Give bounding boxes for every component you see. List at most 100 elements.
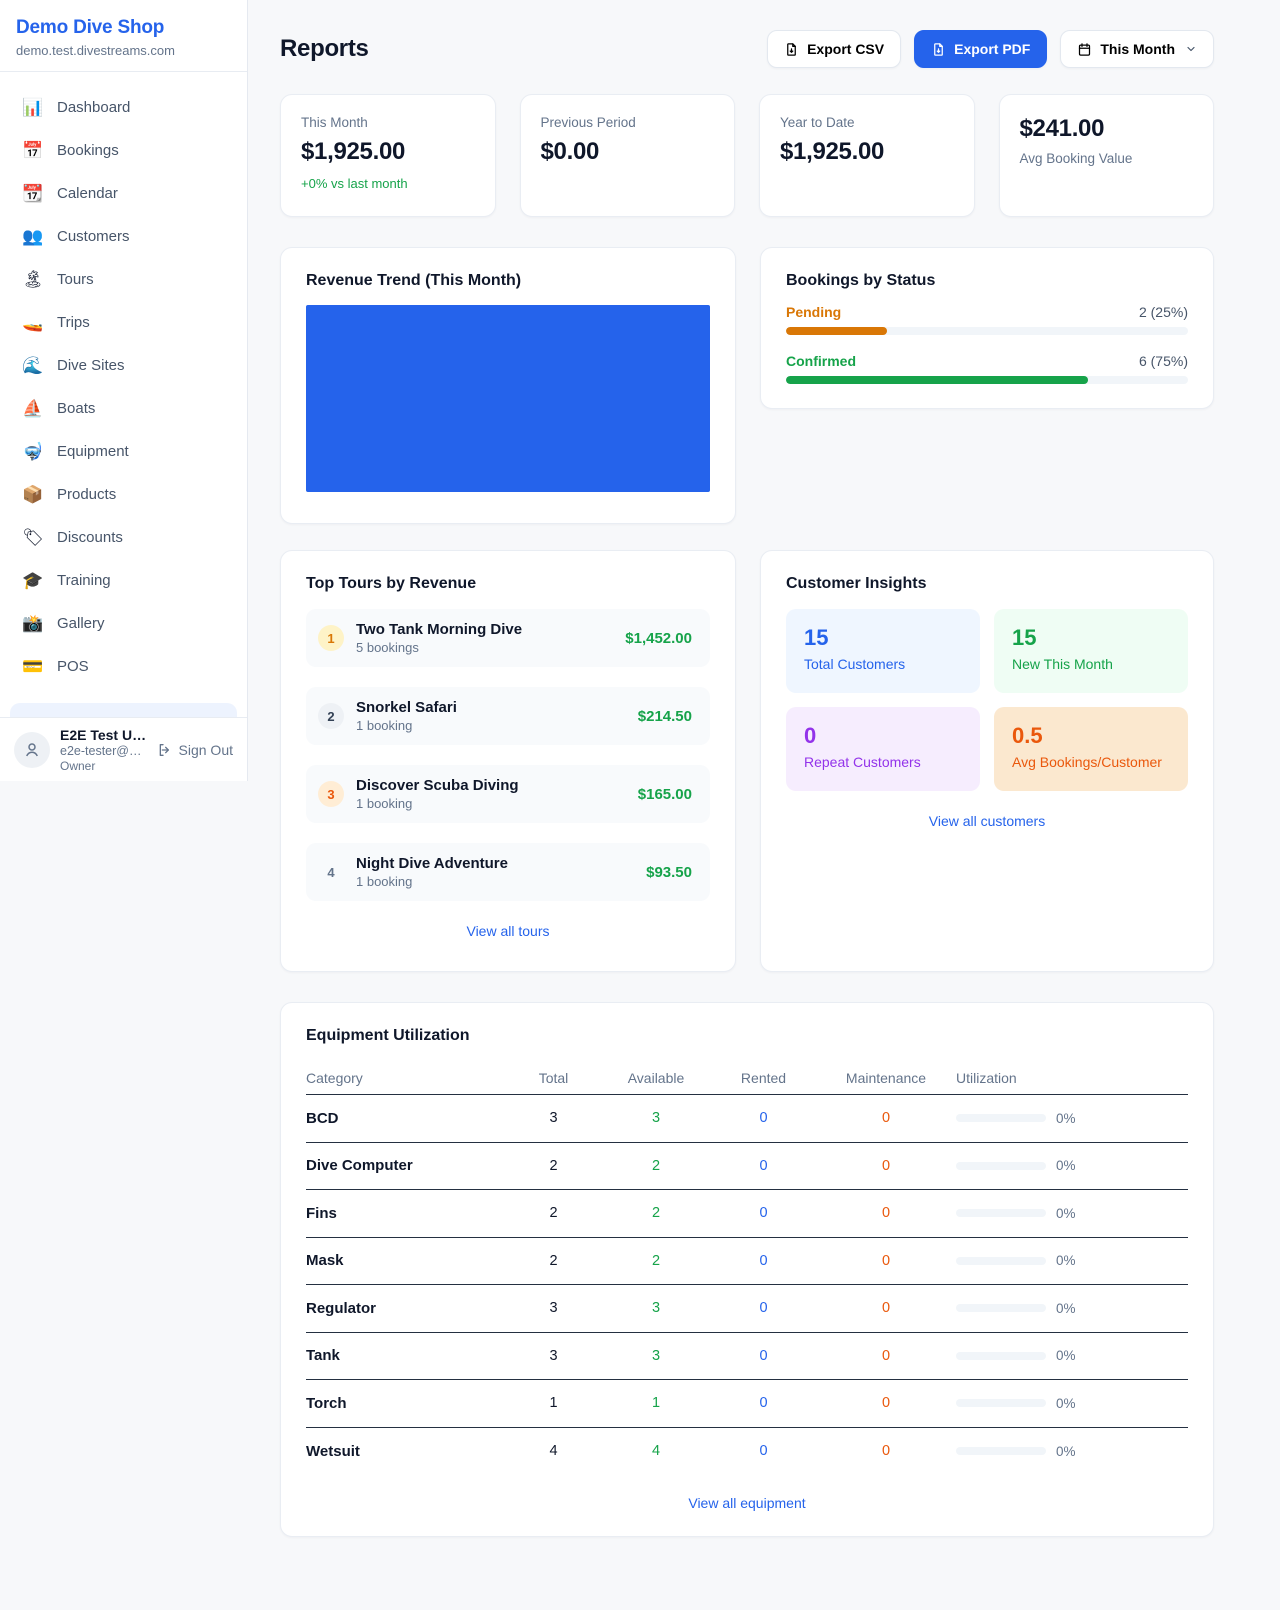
sidebar-item-label: Dive Sites: [57, 357, 125, 374]
stat-value: $1,925.00: [301, 138, 475, 166]
sidebar-item-calendar[interactable]: 📆 Calendar: [0, 172, 247, 215]
sidebar-item-products[interactable]: 📦 Products: [0, 473, 247, 516]
sidebar-item-customers[interactable]: 👥 Customers: [0, 215, 247, 258]
header-actions: Export CSV Export PDF This Month: [767, 30, 1214, 68]
top-tours-card: Top Tours by Revenue 1 Two Tank Morning …: [280, 550, 736, 972]
sidebar-item-tours[interactable]: 🏝 Tours: [0, 258, 247, 301]
sidebar-item-dive-sites[interactable]: 🌊 Dive Sites: [0, 344, 247, 387]
sidebar-item-label: Tours: [57, 271, 94, 288]
utilization-bar: [956, 1162, 1046, 1170]
tour-name: Night Dive Adventure: [356, 855, 634, 872]
stat-value: $1,925.00: [780, 138, 954, 166]
stat-delta: +0% vs last month: [301, 176, 475, 191]
user-email: e2e-tester@…: [60, 744, 147, 758]
pos-icon: 💳: [22, 658, 44, 675]
equipment-table: Category Total Available Rented Maintena…: [306, 1061, 1188, 1475]
utilization-bar: [956, 1399, 1046, 1407]
tour-bookings: 5 bookings: [356, 640, 613, 655]
sidebar-item-label: Discounts: [57, 529, 123, 546]
insight-tile-total-customers: 15 Total Customers: [786, 609, 980, 693]
revenue-trend-chart: [306, 305, 710, 492]
tour-row[interactable]: 2 Snorkel Safari 1 booking $214.50: [306, 687, 710, 745]
status-label: Confirmed: [786, 353, 856, 369]
discounts-icon: 🏷: [22, 529, 44, 546]
insight-tile-avg-bookings: 0.5 Avg Bookings/Customer: [994, 707, 1188, 791]
boats-icon: ⛵: [22, 400, 44, 417]
insight-value: 15: [1012, 625, 1170, 651]
sidebar-item-label: Gallery: [57, 615, 105, 632]
chevron-down-icon: [1185, 43, 1197, 55]
insight-label: Avg Bookings/Customer: [1012, 754, 1170, 770]
sidebar-item-label: Boats: [57, 400, 95, 417]
period-select[interactable]: This Month: [1060, 30, 1214, 68]
bookings-by-status-card: Bookings by Status Pending 2 (25%) Confi…: [760, 247, 1214, 409]
sidebar-item-training[interactable]: 🎓 Training: [0, 559, 247, 602]
sidebar-item-bookings[interactable]: 📅 Bookings: [0, 129, 247, 172]
stat-value: $241.00: [1020, 115, 1194, 143]
sign-out-button[interactable]: Sign Out: [157, 742, 233, 758]
tours-icon: 🏝: [22, 271, 44, 288]
trips-icon: 🚤: [22, 314, 44, 331]
sidebar-item-label: Products: [57, 486, 116, 503]
view-all-customers-link[interactable]: View all customers: [786, 813, 1188, 829]
export-pdf-button[interactable]: Export PDF: [914, 30, 1047, 68]
revenue-trend-title: Revenue Trend (This Month): [306, 272, 710, 290]
sidebar-item-label: Customers: [57, 228, 130, 245]
sidebar-item-pos[interactable]: 💳 POS: [0, 645, 247, 688]
sidebar-item-boats[interactable]: ⛵ Boats: [0, 387, 247, 430]
status-bar-track: [786, 327, 1188, 335]
insight-label: Repeat Customers: [804, 754, 962, 770]
shop-domain: demo.test.divestreams.com: [16, 43, 231, 58]
table-row: Dive Computer 2 2 0 0 0%: [306, 1143, 1188, 1191]
utilization-bar: [956, 1257, 1046, 1265]
status-bar-fill: [786, 376, 1088, 384]
sidebar-item-equipment[interactable]: 🤿 Equipment: [0, 430, 247, 473]
view-all-tours-link[interactable]: View all tours: [306, 923, 710, 939]
sidebar-item-trips[interactable]: 🚤 Trips: [0, 301, 247, 344]
status-bar-track: [786, 376, 1188, 384]
tour-amount: $93.50: [646, 864, 692, 881]
rank-badge: 3: [318, 781, 344, 807]
sidebar-nav: 📊 Dashboard 📅 Bookings 📆 Calendar 👥 Cust…: [0, 72, 247, 688]
insight-value: 15: [804, 625, 962, 651]
user-meta: E2E Test U… e2e-tester@… Owner: [60, 727, 147, 773]
sidebar-item-label: Bookings: [57, 142, 119, 159]
utilization-bar: [956, 1447, 1046, 1455]
sidebar-item-label: Dashboard: [57, 99, 130, 116]
insight-label: Total Customers: [804, 656, 962, 672]
rank-badge: 1: [318, 625, 344, 651]
sidebar-item-reports-active-partial[interactable]: [10, 703, 237, 717]
table-row: Wetsuit 4 4 0 0 0%: [306, 1428, 1188, 1476]
rank-badge: 2: [318, 703, 344, 729]
table-row: Fins 2 2 0 0 0%: [306, 1190, 1188, 1238]
status-label: Pending: [786, 304, 841, 320]
sidebar-item-discounts[interactable]: 🏷 Discounts: [0, 516, 247, 559]
products-icon: 📦: [22, 486, 44, 503]
sidebar-item-label: Trips: [57, 314, 90, 331]
tour-row[interactable]: 1 Two Tank Morning Dive 5 bookings $1,45…: [306, 609, 710, 667]
table-row: BCD 3 3 0 0 0%: [306, 1095, 1188, 1143]
table-row: Torch 1 1 0 0 0%: [306, 1380, 1188, 1428]
view-all-equipment-link[interactable]: View all equipment: [306, 1495, 1188, 1511]
gallery-icon: 📸: [22, 615, 44, 632]
file-download-icon: [784, 42, 799, 57]
status-value: 6 (75%): [1139, 353, 1188, 369]
utilization-bar: [956, 1352, 1046, 1360]
sidebar-item-gallery[interactable]: 📸 Gallery: [0, 602, 247, 645]
sidebar-item-label: Training: [57, 572, 111, 589]
insight-tile-repeat-customers: 0 Repeat Customers: [786, 707, 980, 791]
tour-name: Two Tank Morning Dive: [356, 621, 613, 638]
bookings-by-status-title: Bookings by Status: [786, 272, 1188, 290]
sidebar-item-dashboard[interactable]: 📊 Dashboard: [0, 86, 247, 129]
table-row: Tank 3 3 0 0 0%: [306, 1333, 1188, 1381]
status-bar-fill: [786, 327, 887, 335]
dashboard-icon: 📊: [22, 99, 44, 116]
tour-row[interactable]: 4 Night Dive Adventure 1 booking $93.50: [306, 843, 710, 901]
page-header: Reports Export CSV Export PDF: [280, 30, 1214, 68]
avatar: [14, 732, 50, 768]
tour-row[interactable]: 3 Discover Scuba Diving 1 booking $165.0…: [306, 765, 710, 823]
sidebar-item-label: POS: [57, 658, 89, 675]
bookings-icon: 📅: [22, 142, 44, 159]
dive-sites-icon: 🌊: [22, 357, 44, 374]
export-csv-button[interactable]: Export CSV: [767, 30, 901, 68]
